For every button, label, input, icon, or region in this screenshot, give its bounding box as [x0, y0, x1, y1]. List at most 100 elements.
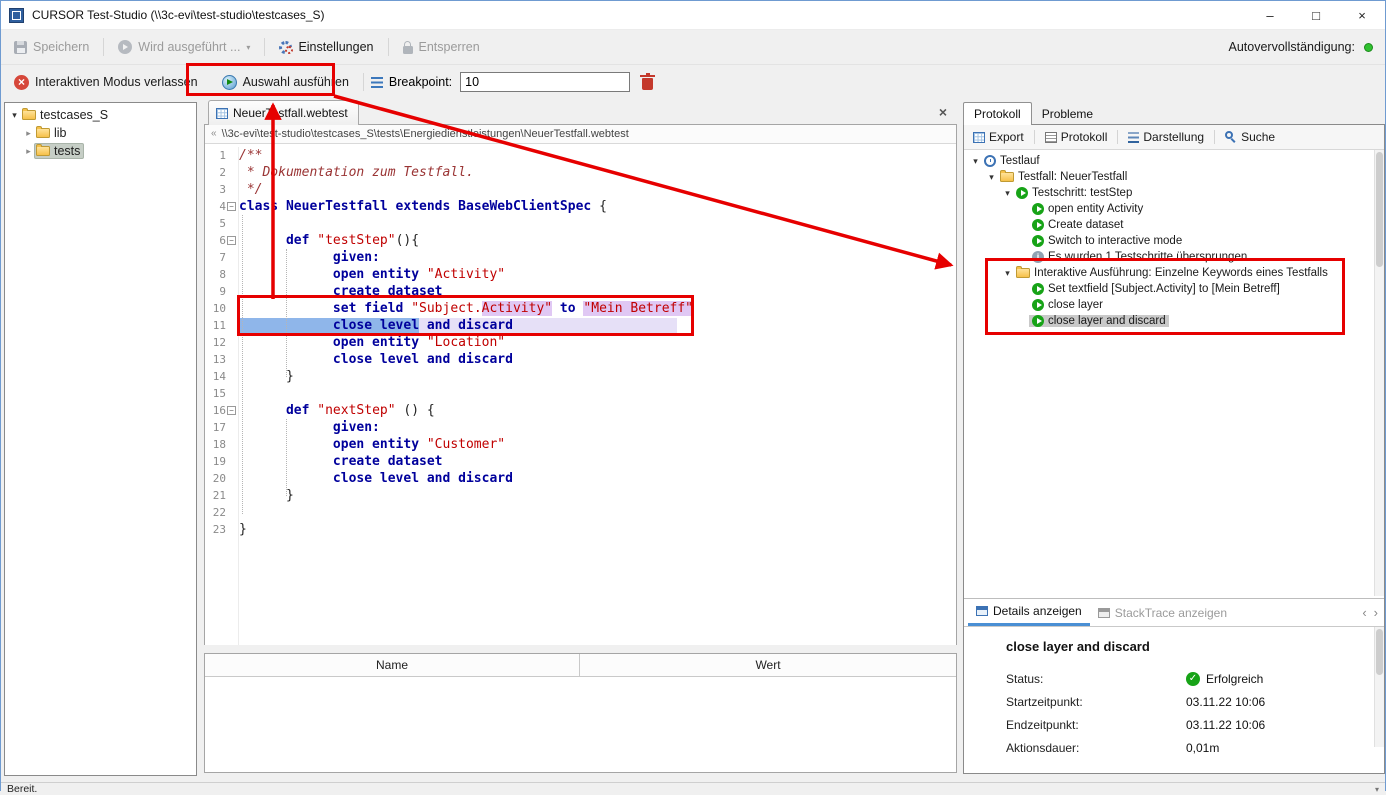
code-line[interactable]: set field "Subject.Activity" to "Mein Be… [239, 300, 956, 317]
code-line[interactable]: close level and discard [239, 351, 956, 368]
protocol-tree-item[interactable]: Switch to interactive mode [964, 233, 1374, 249]
code-line[interactable]: open entity "Customer" [239, 436, 956, 453]
tree-expander-icon[interactable]: ▸ [23, 128, 34, 139]
app-icon [9, 8, 24, 23]
protocol-item-body[interactable]: Create dataset [1029, 219, 1126, 231]
fold-toggle-icon[interactable]: − [227, 236, 236, 245]
protocol-tree-item[interactable]: Create dataset [964, 217, 1374, 233]
line-number: 6 [205, 234, 226, 247]
code-line[interactable]: } [239, 521, 956, 538]
tab-protokoll[interactable]: Protokoll [963, 102, 1032, 125]
title-bar: CURSOR Test-Studio (\\3c-evi\test-studio… [1, 1, 1385, 30]
protocol-item-body[interactable]: close layer and discard [1029, 315, 1169, 327]
protocol-item-body[interactable]: Es wurden 1 Testschritte übersprungen [1029, 251, 1250, 263]
next-button[interactable]: › [1374, 605, 1378, 620]
code-line[interactable] [239, 385, 956, 402]
protocol-tree-item[interactable]: ▾Testfall: NeuerTestfall [964, 169, 1374, 185]
protokoll-view-button[interactable]: Protokoll [1040, 128, 1113, 146]
protocol-item-body[interactable]: Testlauf [981, 155, 1043, 167]
unlock-button[interactable]: Entsperren [396, 36, 487, 58]
code-line[interactable]: */ [239, 181, 956, 198]
protocol-tree-item[interactable]: close layer and discard [964, 313, 1374, 329]
code-line[interactable]: def "testStep"(){ [239, 232, 956, 249]
maximize-button[interactable]: □ [1293, 1, 1339, 29]
protocol-item-body[interactable]: open entity Activity [1029, 203, 1146, 215]
editor-tab[interactable]: NeuerTestfall.webtest [208, 100, 359, 125]
line-number: 22 [205, 506, 226, 519]
code-line[interactable]: given: [239, 249, 956, 266]
darstellung-button[interactable]: Darstellung [1123, 128, 1209, 146]
file-tree-item[interactable]: ▸lib [5, 124, 196, 142]
collapse-icon[interactable]: « [211, 125, 217, 143]
tab-stacktrace-anzeigen[interactable]: StackTrace anzeigen [1090, 599, 1235, 626]
protocol-tree-item[interactable]: open entity Activity [964, 201, 1374, 217]
file-tree-item-body[interactable]: tests [34, 143, 84, 159]
tab-probleme[interactable]: Probleme [1032, 103, 1103, 125]
code-line[interactable]: } [239, 487, 956, 504]
protocol-item-body[interactable]: Testfall: NeuerTestfall [997, 171, 1130, 183]
protocol-tree-item[interactable]: Es wurden 1 Testschritte übersprungen [964, 249, 1374, 265]
code-line[interactable]: class NeuerTestfall extends BaseWebClien… [239, 198, 956, 215]
protocol-item-body[interactable]: Switch to interactive mode [1029, 235, 1185, 247]
file-tree-item-body[interactable]: lib [34, 125, 71, 141]
code-area[interactable]: /** * Dokumentation zum Testfall. */clas… [239, 147, 956, 645]
protocol-item-body[interactable]: close layer [1029, 299, 1106, 311]
column-header-wert[interactable]: Wert [580, 654, 956, 676]
code-line[interactable]: create dataset [239, 453, 956, 470]
fold-toggle-icon[interactable]: − [227, 202, 236, 211]
gutter-row: 6− [205, 232, 238, 249]
breakpoint-input[interactable] [460, 72, 630, 92]
file-tree-item-body[interactable]: testcases_S [20, 107, 112, 123]
run-selection-button[interactable]: Auswahl ausführen [215, 71, 356, 94]
code-line[interactable]: open entity "Location" [239, 334, 956, 351]
tree-expander-icon[interactable]: ▾ [1002, 268, 1013, 279]
tree-expander-icon[interactable]: ▾ [9, 110, 20, 121]
code-line[interactable] [239, 215, 956, 232]
minimize-button[interactable]: – [1247, 1, 1293, 29]
code-line[interactable]: def "nextStep" () { [239, 402, 956, 419]
file-tree-item[interactable]: ▸tests [5, 142, 196, 160]
scrollbar-thumb[interactable] [1376, 629, 1383, 675]
tab-details-anzeigen[interactable]: Details anzeigen [968, 599, 1090, 626]
prev-button[interactable]: ‹ [1362, 605, 1366, 620]
protocol-item-body[interactable]: Interaktive Ausführung: Einzelne Keyword… [1013, 267, 1331, 279]
editor-close-icon[interactable]: × [939, 104, 947, 120]
tree-expander-icon[interactable]: ▾ [986, 172, 997, 183]
protocol-tree-item[interactable]: ▾Interaktive Ausführung: Einzelne Keywor… [964, 265, 1374, 281]
code-line[interactable]: given: [239, 419, 956, 436]
scrollbar[interactable] [1374, 627, 1384, 747]
code-segment: open entity [333, 267, 427, 282]
protocol-tree-item[interactable]: ▾Testschritt: testStep [964, 185, 1374, 201]
tree-expander-icon[interactable]: ▾ [970, 156, 981, 167]
protocol-item-body[interactable]: Testschritt: testStep [1013, 187, 1135, 199]
code-line[interactable]: /** [239, 147, 956, 164]
code-line[interactable]: create dataset [239, 283, 956, 300]
protocol-tree-item[interactable]: Set textfield [Subject.Activity] to [Mei… [964, 281, 1374, 297]
protocol-tree-item[interactable]: ▾Testlauf [964, 153, 1374, 169]
code-line[interactable]: open entity "Activity" [239, 266, 956, 283]
protocol-tree-item[interactable]: close layer [964, 297, 1374, 313]
settings-button[interactable]: Einstellungen [272, 36, 380, 58]
code-line[interactable]: close level and discard [239, 317, 956, 334]
save-button[interactable]: Speichern [7, 36, 96, 58]
close-button[interactable]: × [1339, 1, 1385, 29]
scrollbar[interactable] [1374, 150, 1384, 596]
tree-expander-icon[interactable]: ▸ [23, 146, 34, 157]
code-editor[interactable]: 1234−56−78910111213141516−17181920212223… [205, 144, 956, 645]
suche-button[interactable]: Suche [1220, 128, 1280, 146]
status-scroll-icon[interactable]: ▾ [1375, 785, 1379, 794]
delete-breakpoint-trash-icon[interactable] [642, 78, 653, 90]
fold-toggle-icon[interactable]: − [227, 406, 236, 415]
code-line[interactable]: * Dokumentation zum Testfall. [239, 164, 956, 181]
tree-expander-icon[interactable]: ▾ [1002, 188, 1013, 199]
running-button[interactable]: Wird ausgeführt ... ▾ [111, 36, 257, 58]
protocol-item-body[interactable]: Set textfield [Subject.Activity] to [Mei… [1029, 283, 1283, 295]
file-tree-item[interactable]: ▾testcases_S [5, 106, 196, 124]
code-line[interactable] [239, 504, 956, 521]
column-header-name[interactable]: Name [205, 654, 580, 676]
code-line[interactable]: close level and discard [239, 470, 956, 487]
code-line[interactable]: } [239, 368, 956, 385]
scrollbar-thumb[interactable] [1376, 152, 1383, 267]
leave-interactive-mode-button[interactable]: Interaktiven Modus verlassen [7, 71, 205, 94]
export-button[interactable]: Export [968, 128, 1029, 146]
